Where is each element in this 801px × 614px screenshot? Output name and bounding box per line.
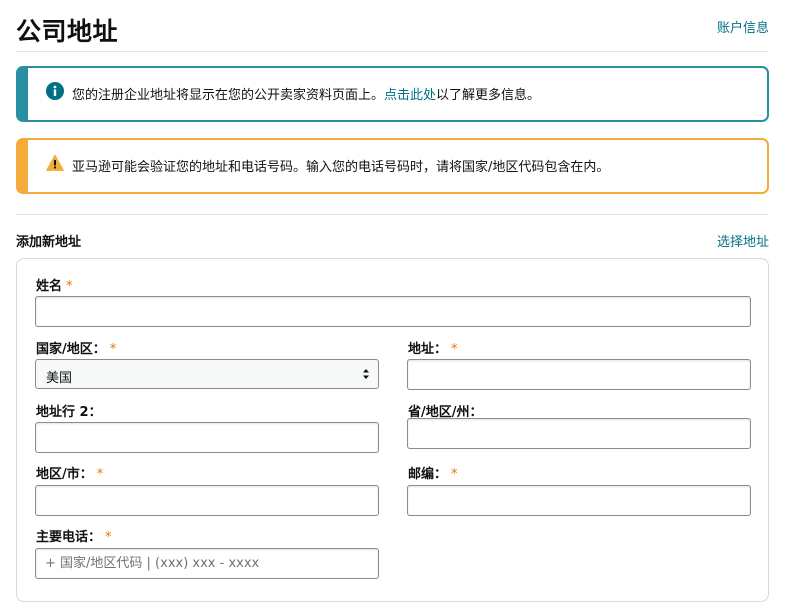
city-label: 地区/市： * <box>36 463 103 482</box>
address-input[interactable] <box>407 359 751 390</box>
required-mark: * <box>66 279 73 294</box>
postal-code-label: 邮编： * <box>408 463 458 482</box>
warning-icon <box>46 154 64 171</box>
warning-alert: 亚马逊可能会验证您的地址和电话号码。输入您的电话号码时，请将国家/地区代码包含在… <box>16 138 769 194</box>
full-name-input[interactable] <box>35 296 751 327</box>
page-header: 公司地址 账户信息 <box>16 10 769 52</box>
country-label: 国家/地区： * <box>36 338 116 357</box>
address-label: 地址： * <box>408 338 458 357</box>
address-label-text: 地址： <box>408 342 448 357</box>
state-input[interactable] <box>407 418 751 449</box>
click-here-link[interactable]: 点击此处 <box>384 88 436 103</box>
page-title: 公司地址 <box>16 17 119 46</box>
section-divider <box>16 214 769 215</box>
required-mark: * <box>451 342 458 357</box>
required-mark: * <box>451 467 458 482</box>
info-alert-text-before: 您的注册企业地址将显示在您的公开卖家资料页面上。 <box>72 88 385 103</box>
address-form: 姓名 * 国家/地区： * 美国 地址： * 地址行 2： 省/地区/州： 地区/市：… <box>16 258 769 602</box>
postal-code-input[interactable] <box>407 485 751 516</box>
country-select[interactable]: 美国 <box>35 359 379 389</box>
phone-label-text: 主要电话： <box>36 530 102 545</box>
required-mark: * <box>96 467 104 482</box>
postal-code-label-text: 邮编： <box>408 467 448 482</box>
phone-label: 主要电话： * <box>36 526 112 545</box>
required-mark: * <box>109 342 117 357</box>
required-mark: * <box>105 530 112 545</box>
phone-input[interactable] <box>35 548 379 579</box>
address-line2-label: 地址行 2： <box>36 401 102 420</box>
city-input[interactable] <box>35 485 379 516</box>
info-alert-text-after: 以了解更多信息。 <box>436 88 541 103</box>
full-name-label: 姓名 * <box>36 275 73 294</box>
address-line2-label-text: 地址行 2： <box>36 405 102 420</box>
select-arrows-icon <box>363 369 369 379</box>
add-new-address-title: 添加新地址 <box>16 235 82 250</box>
country-label-text: 国家/地区： <box>36 342 106 357</box>
info-icon <box>46 82 64 100</box>
warning-alert-text: 亚马逊可能会验证您的地址和电话号码。输入您的电话号码时，请将国家/地区代码包含在… <box>72 160 610 175</box>
city-label-text: 地区/市： <box>36 467 93 482</box>
country-select-value: 美国 <box>46 371 73 386</box>
info-alert-text: 您的注册企业地址将显示在您的公开卖家资料页面上。点击此处以了解更多信息。 <box>72 84 540 103</box>
info-alert: 您的注册企业地址将显示在您的公开卖家资料页面上。点击此处以了解更多信息。 <box>16 66 769 122</box>
account-info-link[interactable]: 账户信息 <box>717 17 769 36</box>
address-line2-input[interactable] <box>35 422 379 453</box>
select-address-link[interactable]: 选择地址 <box>717 231 769 250</box>
full-name-label-text: 姓名 <box>36 279 63 294</box>
